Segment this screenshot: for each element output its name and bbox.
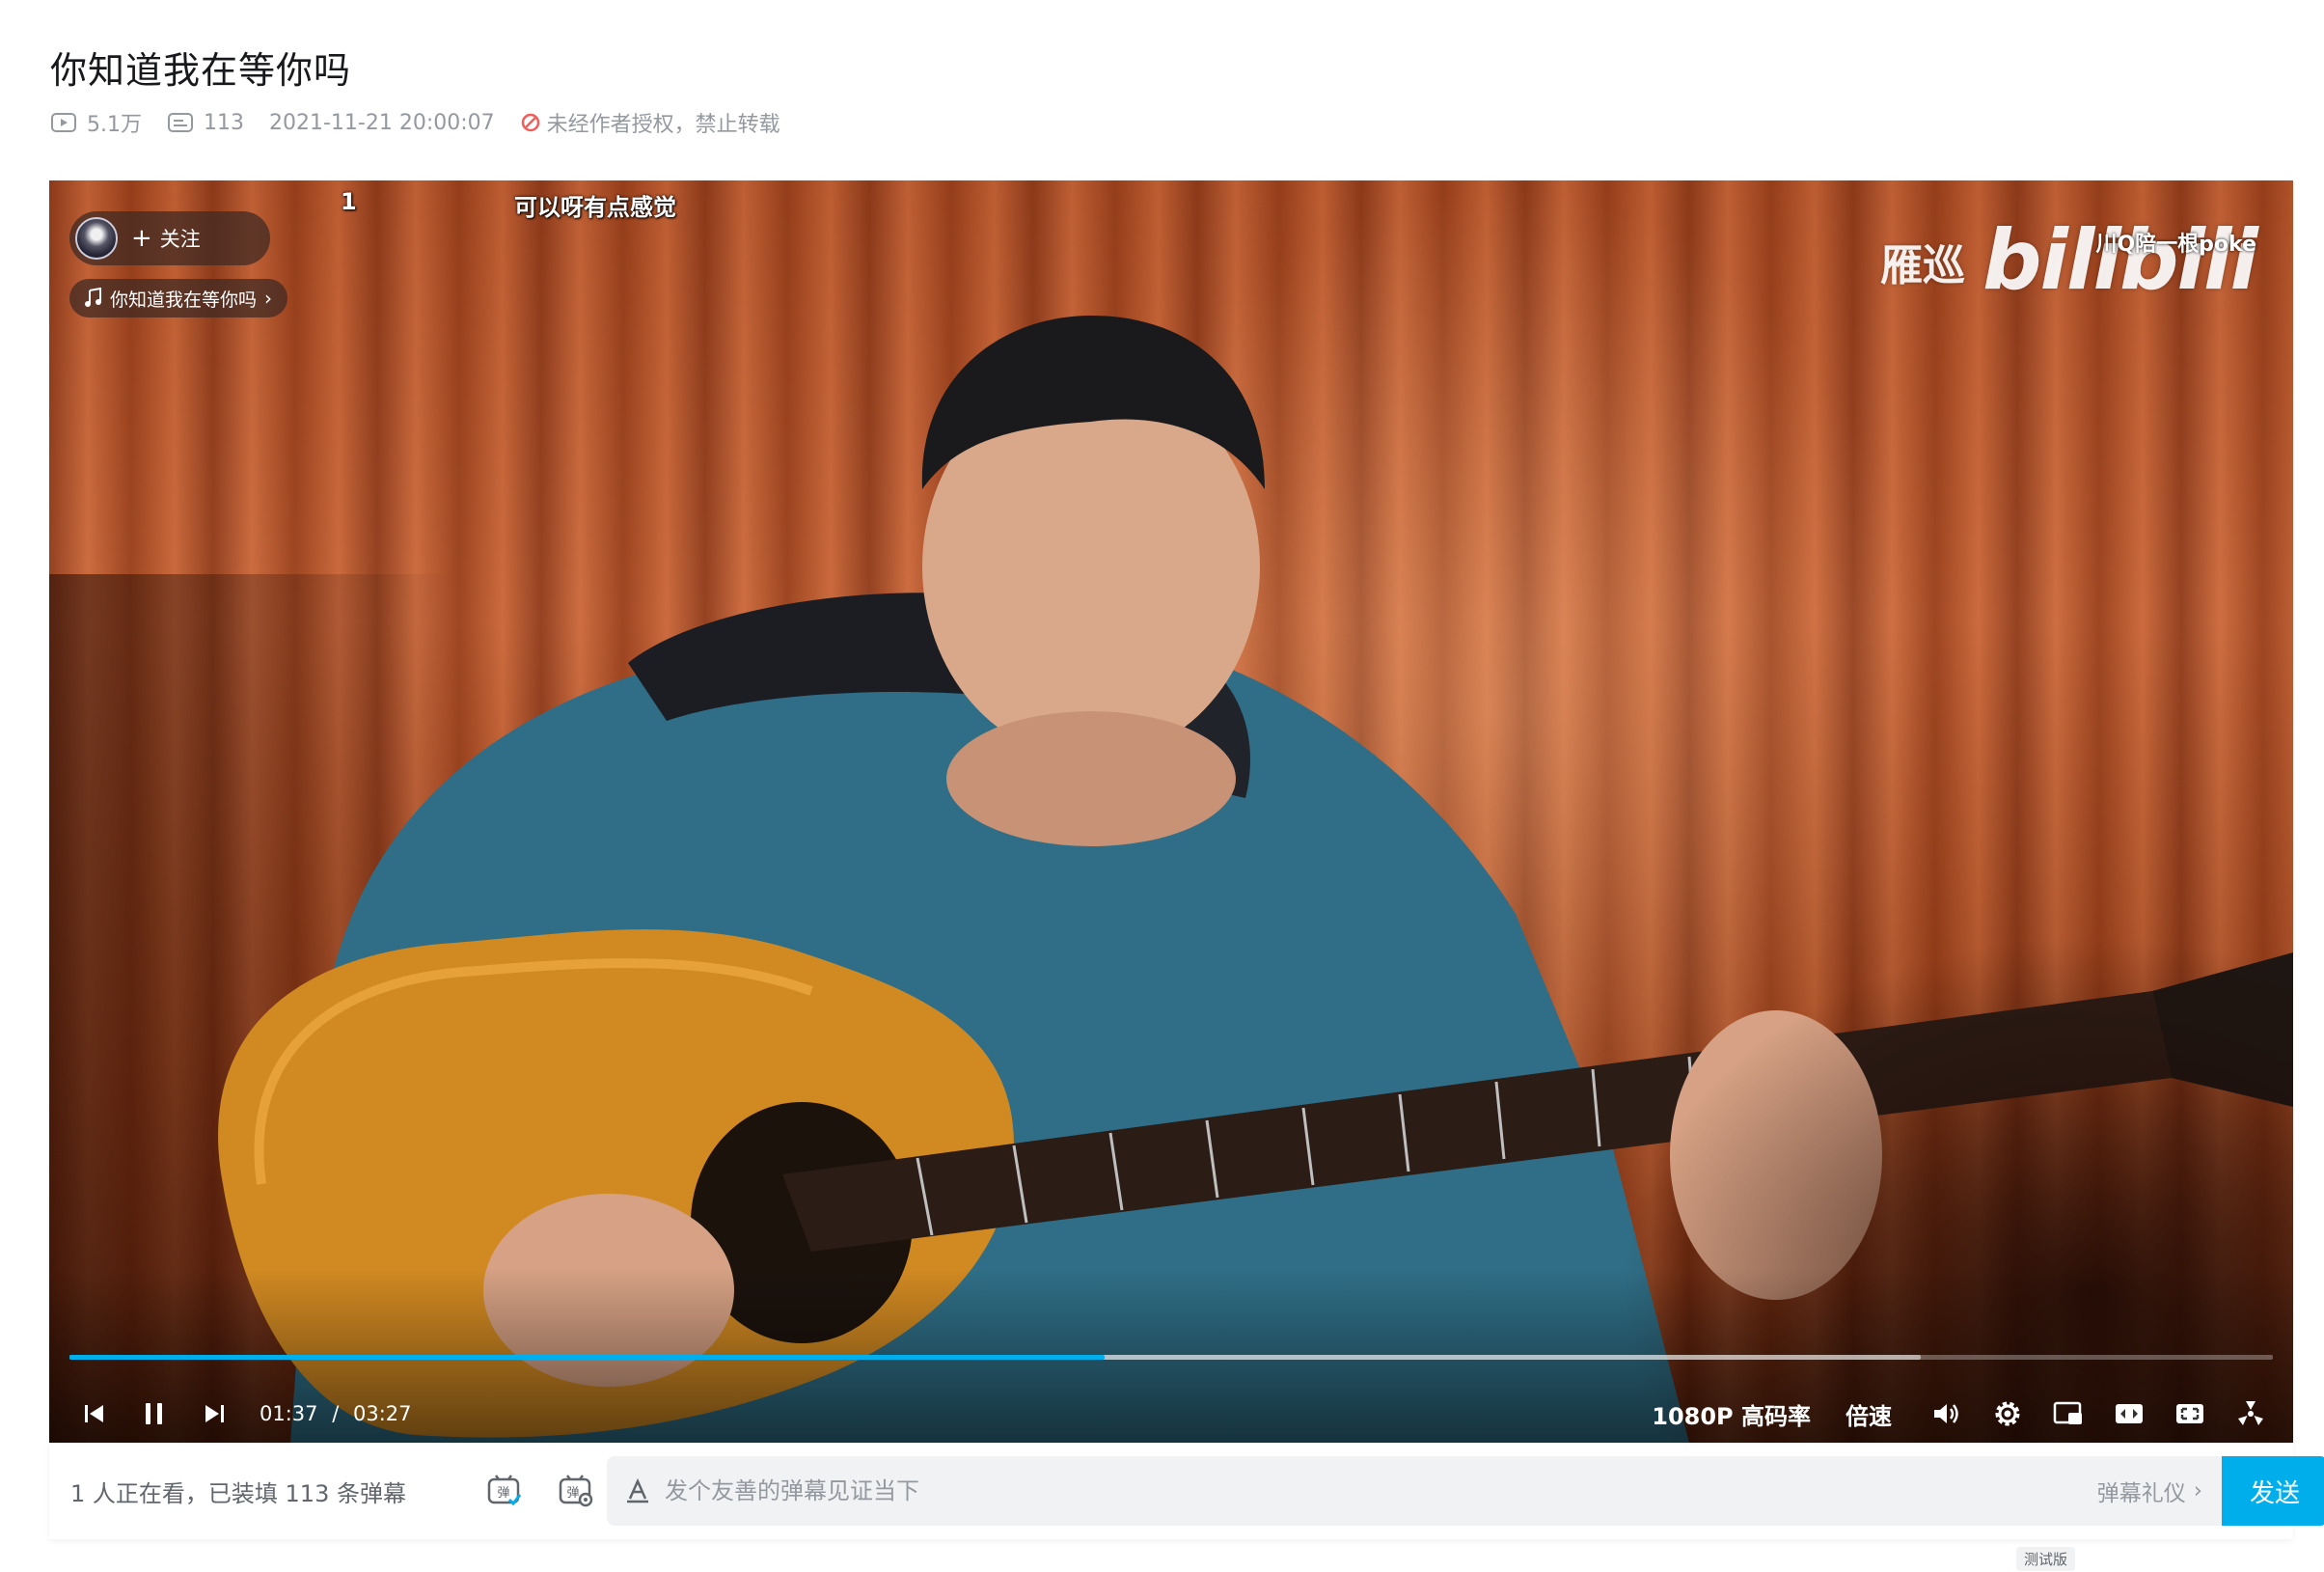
viewer-count: 1 人正在看，已装填 113 条弹幕 [70,1479,406,1507]
current-time: 01:37 [260,1402,318,1425]
duration: 03:27 [352,1402,412,1425]
right-controls: 1080P 高码率 倍速 [1652,1394,2270,1433]
danmaku-settings-icon: 弹 [559,1475,593,1507]
danmaku-input[interactable] [665,1477,2097,1504]
play-count-icon [51,113,76,132]
video-meta: 5.1万 113 2021-11-21 20:00:07 未经作者授权，禁止转载 [50,106,806,139]
song-tag[interactable]: 你知道我在等你吗 › [69,279,288,317]
progress-bar[interactable] [69,1355,2273,1360]
volume-button[interactable] [1928,1394,1966,1433]
widescreen-icon [2116,1404,2143,1423]
speed-button[interactable]: 倍速 [1846,1397,1892,1431]
video-page: 你知道我在等你吗 5.1万 113 2021-11-21 20:00:07 未经… [0,0,2324,1572]
danmaku-on-icon: 弹 [487,1475,522,1506]
danmaku-toggle-button[interactable]: 弹 [485,1472,524,1510]
chevron-right-icon: › [264,287,273,310]
danmaku-item: 川Q陪一根poke [2095,233,2256,257]
svg-text:弹: 弹 [497,1486,509,1501]
views-stat: 5.1万 [50,107,142,138]
danmaku-count-icon [168,113,193,132]
watermark-uploader: 雁巡 [1880,241,1965,290]
fullscreen-icon [2238,1401,2263,1425]
video-frame [49,180,2293,1443]
copyright-notice: 未经作者授权，禁止转载 [520,107,780,138]
danmaku-input-wrap: 弹幕礼仪 › 发送 [607,1456,2324,1526]
plus-icon: + [131,224,152,253]
danmaku-count: 113 [204,110,244,135]
quality-button[interactable]: 1080P 高码率 [1652,1397,1811,1431]
time-separator: / [332,1402,340,1425]
danmaku-item: 可以呀有点感觉 [514,194,676,221]
views-count: 5.1万 [87,113,142,137]
danmaku-etiquette-link[interactable]: 弹幕礼仪 › [2097,1475,2202,1507]
played-fill [69,1355,1106,1360]
follow-button[interactable]: + 关注 [69,211,270,265]
danmaku-item: 1 [341,188,357,215]
danmaku-stat: 113 [167,111,244,135]
time-display: 01:37 / 03:27 [260,1402,412,1425]
video-player[interactable]: + 关注 你知道我在等你吗 › 1 可以呀有点感觉 川Q陪一根poke 雁巡 bi… [49,180,2293,1443]
follow-label: 关注 [159,228,201,251]
danmaku-settings-button[interactable]: 弹 [557,1472,595,1510]
gear-icon [1995,1401,2020,1426]
pip-button[interactable] [2049,1394,2088,1433]
picture-in-picture-icon [2053,1401,2082,1424]
pause-button[interactable] [132,1392,177,1436]
volume-icon [1934,1404,1958,1423]
chevron-right-icon: › [2193,1478,2202,1503]
previous-icon [85,1405,103,1422]
etiquette-label: 弹幕礼仪 [2096,1481,2186,1506]
next-icon [205,1405,224,1422]
next-button[interactable] [192,1392,236,1436]
danmaku-send-bar: 1 人正在看，已装填 113 条弹幕 弹 弹 弹幕礼仪 › 发送 [49,1443,2324,1539]
song-tag-label: 你知道我在等你吗 [110,289,258,311]
previous-button[interactable] [72,1392,117,1436]
uploader-avatar[interactable] [75,217,118,260]
forbid-icon [521,113,539,132]
music-note-icon [85,288,101,307]
settings-button[interactable] [1988,1394,2027,1433]
send-button[interactable]: 发送 [2222,1456,2324,1526]
copyright-text: 未经作者授权，禁止转载 [546,113,780,137]
widescreen-button[interactable] [2110,1394,2148,1433]
pause-icon [146,1403,162,1424]
fullscreen-button[interactable] [2231,1394,2270,1433]
bilibili-watermark: 川Q陪一根poke 雁巡 bilibili [1880,219,2258,302]
web-fullscreen-icon [2176,1404,2203,1423]
text-style-icon[interactable] [624,1477,651,1504]
control-bar: 01:37 / 03:27 1080P 高码率 倍速 [49,1387,2293,1441]
publish-date: 2021-11-21 20:00:07 [269,110,495,135]
video-title: 你知道我在等你吗 [50,49,352,92]
web-fullscreen-button[interactable] [2171,1394,2209,1433]
beta-badge: 测试版 [2016,1547,2076,1571]
svg-text:弹: 弹 [566,1486,579,1501]
